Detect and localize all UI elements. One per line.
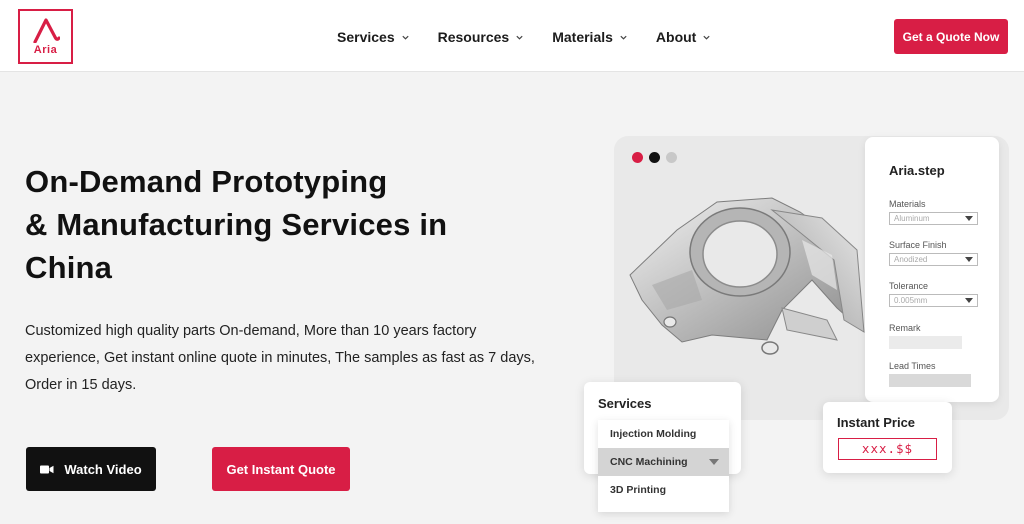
caret-down-icon — [709, 459, 719, 465]
services-card-title: Services — [598, 396, 652, 411]
chevron-down-icon — [516, 35, 523, 40]
panel-filename: Aria.step — [889, 163, 945, 178]
hero-title-line-3: China — [25, 250, 113, 285]
hero-title: On-Demand Prototyping & Manufacturing Se… — [25, 160, 545, 289]
watch-video-label: Watch Video — [64, 461, 142, 477]
tolerance-value: 0.005mm — [894, 296, 928, 305]
lead-times-label: Lead Times — [889, 361, 936, 371]
main-nav: Services Resources Materials About — [337, 26, 711, 48]
instant-price-value: xxx.$$ — [838, 438, 937, 460]
services-dropdown: Injection Molding CNC Machining 3D Print… — [598, 420, 729, 512]
nav-resources[interactable]: Resources — [438, 29, 525, 45]
hero-title-line-2: & Manufacturing Services in — [25, 207, 448, 242]
nav-about-label: About — [655, 29, 697, 45]
instant-price-title: Instant Price — [837, 415, 916, 430]
caret-down-icon — [965, 216, 973, 221]
get-quote-now-button[interactable]: Get a Quote Now — [894, 19, 1008, 54]
config-panel: Aria.step Materials Aluminum Surface Fin… — [865, 137, 999, 402]
chevron-down-icon — [703, 35, 710, 40]
nav-resources-label: Resources — [437, 29, 510, 45]
caret-down-icon — [965, 257, 973, 262]
lead-times-field — [889, 374, 971, 387]
nav-services[interactable]: Services — [337, 29, 410, 45]
materials-label: Materials — [889, 199, 926, 209]
aria-logo-mark-icon — [33, 18, 60, 43]
window-dot-gray — [666, 152, 677, 163]
nav-about[interactable]: About — [656, 29, 711, 45]
window-dots — [632, 152, 677, 163]
window-dot-red — [632, 152, 643, 163]
service-option-label: CNC Machining — [610, 456, 688, 468]
service-option-3d-printing: 3D Printing — [598, 476, 729, 504]
remark-field — [889, 336, 962, 349]
instant-price-card: Instant Price xxx.$$ — [823, 402, 952, 473]
surface-finish-label: Surface Finish — [889, 240, 947, 250]
window-dot-black — [649, 152, 660, 163]
watch-video-button[interactable]: Watch Video — [26, 447, 156, 491]
nav-materials-label: Materials — [552, 29, 613, 45]
service-option-label: Injection Molding — [610, 428, 697, 440]
hero-title-line-1: On-Demand Prototyping — [25, 164, 388, 199]
service-option-label: 3D Printing — [610, 484, 667, 496]
tolerance-select: 0.005mm — [889, 294, 978, 307]
service-option-cnc-machining: CNC Machining — [598, 448, 729, 476]
materials-select: Aluminum — [889, 212, 978, 225]
chevron-down-icon — [620, 35, 627, 40]
surface-finish-select: Anodized — [889, 253, 978, 266]
service-option-injection-molding: Injection Molding — [598, 420, 729, 448]
surface-finish-value: Anodized — [894, 255, 928, 264]
aria-logo[interactable]: Aria — [18, 9, 73, 64]
chevron-down-icon — [401, 35, 409, 40]
site-header: Aria Services Resources Materials About … — [0, 0, 1024, 72]
remark-label: Remark — [889, 323, 921, 333]
nav-services-label: Services — [337, 29, 395, 45]
machined-part-image — [629, 197, 865, 355]
hero-description: Customized high quality parts On-demand,… — [25, 323, 535, 393]
logo-text: Aria — [33, 44, 58, 56]
get-instant-quote-button[interactable]: Get Instant Quote — [212, 447, 350, 491]
materials-value: Aluminum — [894, 214, 930, 223]
tolerance-label: Tolerance — [889, 281, 929, 291]
video-camera-icon — [40, 465, 54, 473]
caret-down-icon — [965, 298, 973, 303]
nav-materials[interactable]: Materials — [552, 29, 628, 45]
